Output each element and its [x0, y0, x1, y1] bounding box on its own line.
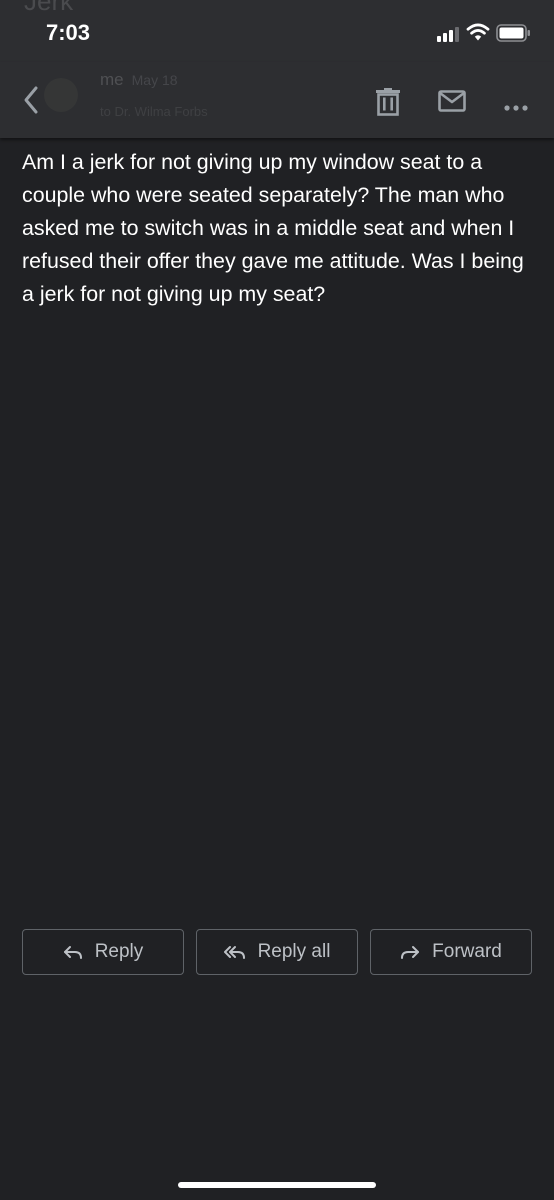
reply-all-label: Reply all — [257, 941, 331, 962]
sender-name: me — [100, 70, 124, 89]
recipient-line: to Dr. Wilma Forbs — [100, 104, 208, 119]
email-date: May 18 — [131, 72, 178, 88]
forward-button[interactable]: Forward — [370, 929, 532, 975]
reply-all-button[interactable]: Reply all — [196, 929, 358, 975]
status-time: 7:03 — [46, 20, 91, 45]
email-toolbar: me May 18 to Dr. Wilma Forbs — [0, 62, 554, 138]
status-bar: Jerk 7:03 — [0, 0, 554, 62]
trash-icon — [376, 88, 400, 116]
back-button[interactable] — [16, 82, 48, 118]
mark-unread-button[interactable] — [438, 90, 466, 117]
forward-label: Forward — [432, 941, 502, 962]
reply-button[interactable]: Reply — [22, 929, 184, 975]
avatar — [44, 78, 78, 112]
reply-icon — [63, 946, 82, 959]
sender-line: me May 18 — [100, 70, 178, 90]
more-options-button[interactable] — [504, 98, 528, 116]
delete-button[interactable] — [376, 88, 400, 121]
home-indicator[interactable] — [178, 1182, 376, 1188]
chevron-left-icon — [24, 86, 38, 114]
mail-icon — [438, 90, 466, 112]
email-view-screen: Jerk 7:03 me May 18 to Dr. Wilma Forbs A… — [0, 0, 554, 1200]
battery-icon — [496, 24, 532, 47]
email-body: Am I a jerk for not giving up my window … — [22, 150, 524, 306]
ghost-subject-text: Jerk — [24, 0, 74, 16]
wifi-icon — [466, 22, 490, 47]
forward-icon — [401, 946, 420, 959]
reply-all-icon — [223, 946, 245, 959]
reply-label: Reply — [94, 941, 144, 962]
cellular-signal-icon — [437, 26, 463, 42]
more-horizontal-icon — [504, 105, 528, 111]
